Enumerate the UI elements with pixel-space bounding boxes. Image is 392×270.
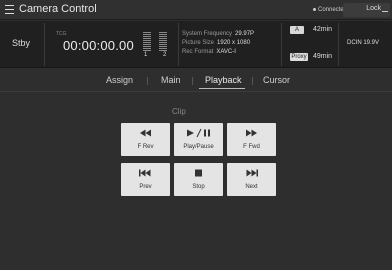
app-title: Camera Control [19, 3, 97, 15]
status-panel: Stby TCG 00:00:00.00 1 2 System Frequenc… [0, 21, 392, 68]
fast-rewind-button[interactable]: F Rev [121, 123, 170, 156]
rec-format-label: Rec Format [182, 49, 214, 55]
previous-button[interactable]: Prev [121, 163, 170, 196]
next-icon [246, 169, 258, 177]
slot-a-remaining: 42min [313, 26, 333, 33]
audio-channel-2: 2 [163, 52, 167, 58]
next-label: Next [245, 184, 258, 190]
tab-separator [147, 77, 148, 85]
previous-label: Prev [139, 184, 152, 190]
connection-dot-icon [313, 7, 316, 11]
recording-mode: Stby [12, 38, 31, 48]
system-frequency-label: System Frequency [182, 31, 233, 37]
stop-label: Stop [192, 184, 205, 190]
lock-toggle-icon [382, 9, 388, 12]
picture-size-value: 1920 x 1080 [217, 40, 251, 46]
lock-label: Lock [366, 5, 381, 12]
timecode-display: 00:00:00.00 [63, 38, 134, 53]
audio-level-meter: 1 2 [137, 32, 175, 59]
status-divider [178, 23, 179, 66]
tab-main[interactable]: Main [161, 75, 181, 85]
rec-format-value: XAVC-I [216, 49, 236, 55]
next-button[interactable]: Next [227, 163, 276, 196]
system-frequency-value: 29.97P [235, 31, 255, 37]
timecode-label: TCG [56, 31, 67, 37]
play-pause-button[interactable]: Play/Pause [174, 123, 223, 156]
fast-forward-button[interactable]: F Fwd [227, 123, 276, 156]
stop-icon [195, 169, 202, 177]
fast-rewind-icon [140, 129, 151, 137]
tab-cursor[interactable]: Cursor [263, 75, 290, 85]
hamburger-menu-icon[interactable] [5, 5, 14, 14]
tab-bar-border [0, 91, 392, 92]
tab-separator [192, 77, 193, 85]
system-info: System Frequency 29.97P Picture Size 1920 … [182, 30, 254, 57]
tab-assign[interactable]: Assign [106, 75, 133, 85]
tab-separator [252, 77, 253, 85]
title-bar: Camera Control Connected Lock [0, 0, 392, 20]
stop-button[interactable]: Stop [174, 163, 223, 196]
status-divider [281, 23, 282, 66]
connection-status: Connected [313, 7, 347, 13]
tab-playback[interactable]: Playback [205, 75, 242, 85]
status-divider [44, 23, 45, 66]
play-pause-label: Play/Pause [183, 144, 214, 150]
tab-bar: Assign Main Playback Cursor [0, 69, 392, 91]
audio-meter-ch2 [159, 32, 167, 52]
status-divider [338, 23, 339, 66]
lock-toggle[interactable]: Lock [343, 3, 390, 17]
fast-forward-label: F Fwd [243, 144, 260, 150]
picture-size-label: Picture Size [182, 40, 215, 46]
audio-meter-ch1 [143, 32, 151, 52]
fast-forward-icon [246, 129, 257, 137]
play-pause-icon [187, 128, 210, 138]
power-status: DCIN 19.9V [347, 40, 380, 46]
clip-section-label: Clip [172, 107, 186, 116]
active-tab-indicator [199, 88, 245, 89]
proxy-remaining: 49min [313, 53, 333, 60]
proxy-badge: Proxy [290, 53, 308, 61]
audio-channel-1: 1 [144, 52, 148, 58]
fast-rewind-label: F Rev [137, 144, 154, 150]
media-slot-a-badge: A [290, 26, 304, 34]
previous-icon [139, 169, 151, 177]
